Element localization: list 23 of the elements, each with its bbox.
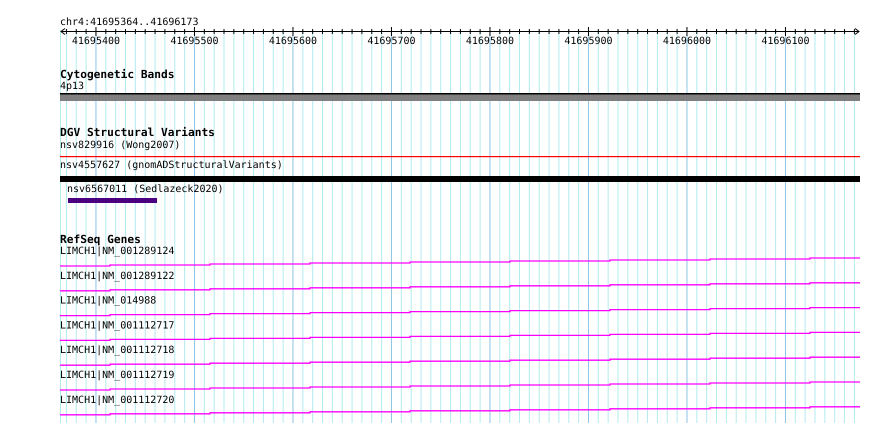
variant-label: nsv6567011 (Sedlazeck2020) [67, 184, 224, 195]
region-label: chr4:41695364..41696173 [60, 17, 198, 28]
ruler-tick-label: 41695900 [564, 36, 613, 47]
band-label: 4p13 [60, 81, 84, 92]
gene-label: LIMCH1|NM_001112720 [60, 394, 174, 406]
ruler-tick-label: 41695400 [72, 36, 120, 47]
track-title: Cytogenetic Bands [60, 68, 175, 81]
ruler-tick-label: 41695700 [367, 36, 416, 47]
gene-label: LIMCH1|NM_001289122 [60, 270, 174, 282]
ruler-tick-label: 41696000 [662, 36, 712, 47]
gene-label: LIMCH1|NM_001112717 [60, 320, 174, 332]
track-title: RefSeq Genes [60, 233, 141, 246]
ruler-tick-label: 41695800 [466, 36, 514, 47]
variant-label: nsv829916 (Wong2007) [60, 140, 180, 151]
variant-label: nsv4557627 (gnomADStructuralVariants) [60, 160, 283, 171]
gene-label: LIMCH1|NM_001289124 [60, 246, 174, 257]
gene-label: LIMCH1|NM_001112718 [60, 345, 174, 356]
gene-label: LIMCH1|NM_014988 [60, 296, 156, 307]
track-title: DGV Structural Variants [60, 126, 215, 139]
ruler-tick-label: 41696100 [761, 36, 810, 47]
ruler-tick-label: 41695500 [170, 36, 219, 47]
gene-label: LIMCH1|NM_001112719 [60, 370, 174, 381]
ruler-tick-label: 41695600 [268, 36, 318, 47]
